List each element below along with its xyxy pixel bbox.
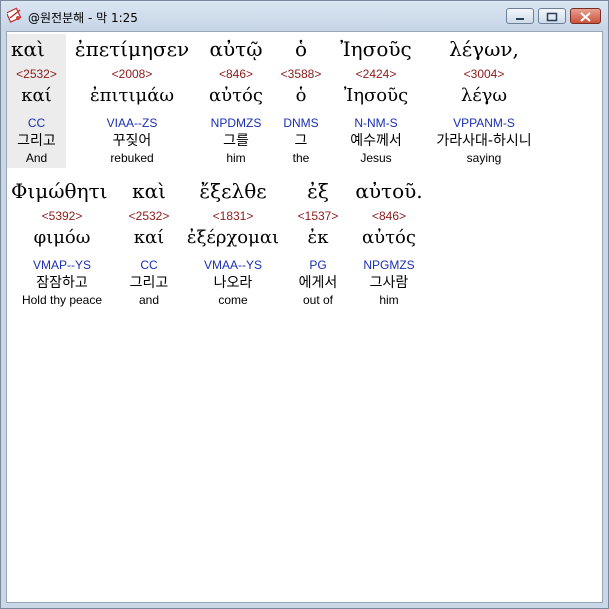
greek-word: λέγων, — [449, 37, 519, 61]
strong-number[interactable]: <846> — [351, 209, 427, 223]
bible-app-icon — [5, 7, 23, 23]
lemma: λέγω — [460, 85, 508, 106]
greek-word: ἐπετίμησεν — [74, 37, 190, 61]
word-iesous[interactable]: Ἰησοῦς <2424> Ἰησοῦς N-NM-S 예수께서 Jesus — [332, 34, 420, 168]
word-epetimesen[interactable]: ἐπετίμησεν <2008> ἐπιτιμάω VIAA--ZS 꾸짖어 … — [67, 34, 197, 168]
parsing-code: DNMS — [283, 116, 319, 130]
korean-gloss: 그리고 — [7, 132, 66, 150]
english-gloss: him — [226, 151, 246, 165]
minimize-button[interactable] — [506, 8, 534, 24]
strong-number[interactable]: <1537> — [287, 209, 349, 223]
strong-number[interactable]: <2008> — [67, 67, 197, 81]
lemma: Ἰησοῦς — [343, 85, 409, 106]
korean-gloss: 그리고 — [129, 275, 169, 291]
english-gloss: Hold thy peace — [21, 293, 103, 307]
korean-gloss: 에게서 — [298, 275, 338, 291]
word-ho[interactable]: ὁ <3588> ὁ DNMS 그 the — [273, 34, 329, 168]
app-window: @원전분해 - 막 1:25 καὶ <2532> καί CC 그리고 And… — [0, 0, 609, 609]
parsing-code: VMAA--YS — [203, 258, 262, 272]
parsing-code: VMAP--YS — [32, 258, 91, 272]
word-legon[interactable]: λέγων, <3004> λέγω VPPANM-S 가라사대-하시니 say… — [424, 34, 544, 168]
word-phimotheti[interactable]: Φιμώθητι <5392> φιμόω VMAP--YS 잠잠하고 Hold… — [7, 176, 117, 310]
interlinear-view[interactable]: καὶ <2532> καί CC 그리고 And ἐπετίμησεν <20… — [6, 31, 603, 603]
window-title: @원전분해 - 막 1:25 — [28, 11, 138, 25]
english-gloss: Jesus — [360, 151, 392, 165]
korean-gloss: 그사람 — [369, 275, 409, 291]
parsing-code: PG — [309, 258, 327, 272]
parsing-code: CC — [140, 258, 158, 272]
strong-number[interactable]: <3004> — [424, 67, 544, 81]
parsing-code: N-NM-S — [354, 116, 398, 130]
strong-number[interactable]: <2532> — [7, 67, 66, 81]
lemma: αὐτός — [362, 227, 416, 248]
word-kai-1[interactable]: καὶ <2532> καί CC 그리고 And — [7, 34, 66, 168]
lemma: καί — [133, 227, 165, 248]
lemma: αὐτός — [209, 85, 263, 106]
strong-number[interactable]: <3588> — [273, 67, 329, 81]
maximize-button[interactable] — [538, 8, 566, 24]
close-button[interactable] — [570, 8, 601, 24]
greek-word: Ἰησοῦς — [340, 37, 412, 61]
korean-gloss: 그를 — [223, 133, 249, 149]
lemma: ἐπιτιμάω — [89, 85, 175, 106]
parsing-code: NPGMZS — [363, 258, 415, 272]
greek-word: αὐτοῦ. — [355, 179, 423, 203]
greek-word: καὶ — [132, 179, 166, 203]
word-kai-2[interactable]: καὶ <2532> καί CC 그리고 and — [119, 176, 179, 310]
word-autou[interactable]: αὐτοῦ. <846> αὐτός NPGMZS 그사람 him — [351, 176, 427, 310]
lemma: καί — [7, 82, 66, 110]
word-auto[interactable]: αὐτῷ <846> αὐτός NPDMZS 그를 him — [201, 34, 271, 168]
korean-gloss: 잠잠하고 — [36, 275, 88, 291]
parsing-code: VPPANM-S — [453, 116, 515, 130]
greek-word: Φιμώθητι — [11, 179, 108, 203]
korean-gloss: 나오라 — [213, 275, 253, 291]
english-gloss: and — [138, 293, 160, 307]
korean-gloss: 예수께서 — [350, 133, 402, 149]
verse-row-2: Φιμώθητι <5392> φιμόω VMAP--YS 잠잠하고 Hold… — [7, 176, 602, 310]
verse-row-1: καὶ <2532> καί CC 그리고 And ἐπετίμησεν <20… — [7, 34, 602, 168]
korean-gloss: 꾸짖어 — [112, 133, 152, 149]
korean-gloss: 가라사대-하시니 — [436, 133, 532, 149]
english-gloss: out of — [302, 293, 334, 307]
strong-number[interactable]: <2424> — [332, 67, 420, 81]
strong-number[interactable]: <2532> — [119, 209, 179, 223]
english-gloss: him — [379, 293, 399, 307]
parsing-code: CC — [7, 116, 66, 130]
greek-word: ἔξελθε — [199, 179, 267, 203]
greek-word: ἐξ — [307, 179, 329, 203]
lemma: ὁ — [295, 85, 307, 106]
lemma: φιμόω — [33, 227, 91, 248]
korean-gloss: 그 — [294, 133, 308, 149]
english-gloss: And — [7, 151, 66, 165]
strong-number[interactable]: <5392> — [7, 209, 117, 223]
word-ex[interactable]: ἐξ <1537> ἐκ PG 에게서 out of — [287, 176, 349, 310]
strong-number[interactable]: <1831> — [181, 209, 285, 223]
english-gloss: come — [218, 293, 248, 307]
strong-number[interactable]: <846> — [201, 67, 271, 81]
greek-word: αὐτῷ — [209, 37, 263, 61]
parsing-code: NPDMZS — [210, 116, 262, 130]
lemma: ἐκ — [307, 227, 329, 248]
english-gloss: rebuked — [110, 151, 154, 165]
english-gloss: saying — [466, 151, 502, 165]
title-bar[interactable]: @원전분해 - 막 1:25 — [1, 1, 608, 31]
greek-word: καὶ — [7, 34, 66, 64]
parsing-code: VIAA--ZS — [106, 116, 158, 130]
lemma: ἐξέρχομαι — [186, 227, 280, 248]
word-exelthe[interactable]: ἔξελθε <1831> ἐξέρχομαι VMAA--YS 나오라 com… — [181, 176, 285, 310]
greek-word: ὁ — [294, 37, 308, 61]
english-gloss: the — [292, 151, 310, 165]
